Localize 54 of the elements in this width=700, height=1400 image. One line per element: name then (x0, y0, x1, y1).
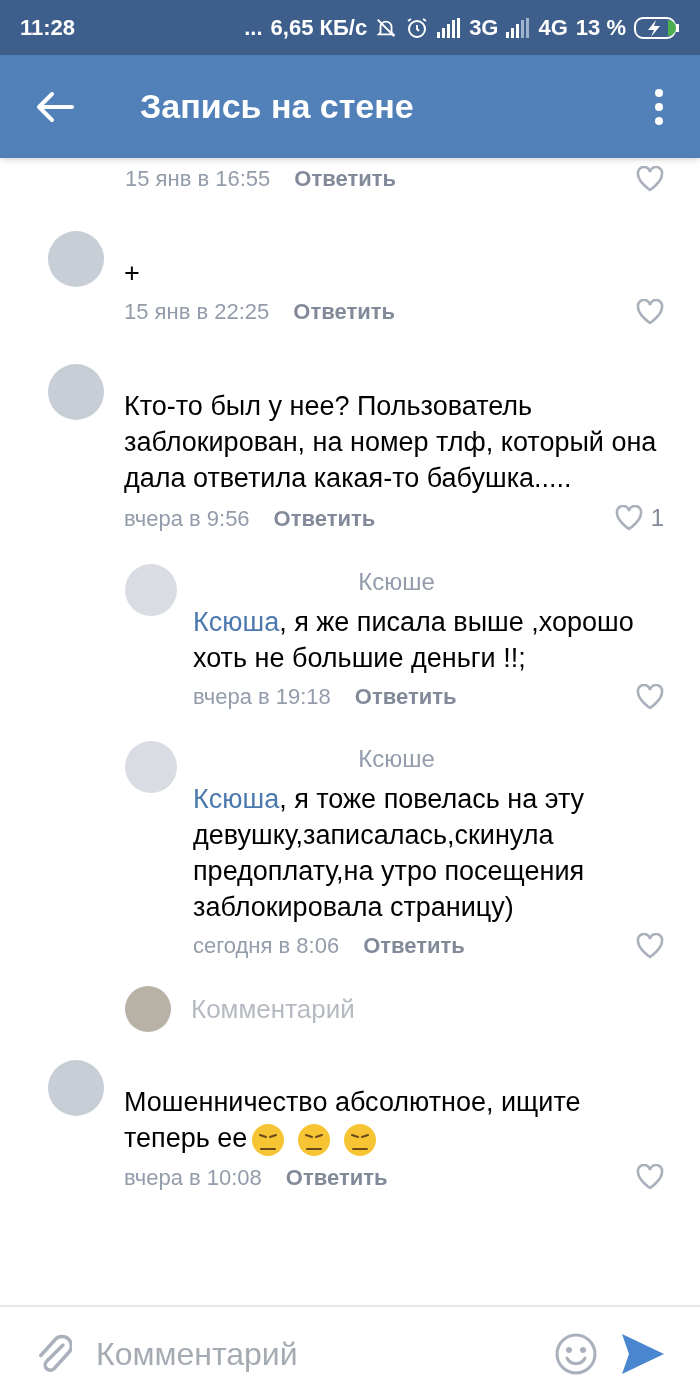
comment-time: вчера в 9:56 (124, 504, 250, 533)
addressee-label: Ксюше (358, 567, 435, 597)
reply-link[interactable]: Ответить (354, 680, 457, 713)
comment-text: + (124, 257, 141, 290)
reply-link[interactable]: Ответить (285, 1160, 388, 1194)
heart-icon[interactable] (614, 505, 643, 531)
heart-icon[interactable] (636, 932, 664, 959)
network-speed: 6,65 КБ/с (270, 14, 368, 42)
comment-time: сегодня в 8:06 (193, 932, 340, 960)
reply-link[interactable]: Ответить (293, 295, 395, 328)
addressee-label: Ксюше (358, 744, 435, 774)
muted-bell-icon (375, 16, 398, 39)
back-arrow-icon[interactable] (36, 90, 74, 123)
signal-icon (506, 17, 531, 38)
comment-text: Ксюша, я тоже повелась на эту девушку,записалась,скинула предоплату,на утро посещения заблокировала страницу) (193, 783, 586, 924)
mention-link[interactable]: Ксюша (193, 784, 280, 814)
avatar (48, 1060, 104, 1116)
comment-time: вчера в 10:08 (124, 1163, 262, 1192)
signal-icon (437, 17, 462, 38)
heart-icon[interactable] (636, 165, 664, 192)
reply-link[interactable]: Ответить (273, 501, 376, 535)
reply-link[interactable]: Ответить (294, 162, 396, 195)
battery-charging-icon (634, 15, 680, 40)
avatar (48, 364, 104, 420)
comment-time: 15 янв в 16:55 (125, 165, 271, 193)
heart-icon[interactable] (636, 683, 664, 710)
like-count: 1 (650, 503, 664, 533)
reply-input-field[interactable]: Комментарий (191, 989, 664, 1029)
status-time: 11:28 (20, 14, 76, 42)
reply-link[interactable]: Ответить (363, 929, 465, 962)
comment-input-field[interactable]: Комментарий (96, 1329, 530, 1378)
comment-text: Кто-то был у нее? Пользователь заблокирован, на номер тлф, который она дала ответила какая-то бабушка..... (124, 390, 658, 495)
network-type: 4G (538, 14, 568, 42)
comment-time: вчера в 19:18 (193, 683, 331, 711)
comment-time: 15 янв в 22:25 (124, 298, 270, 326)
send-icon[interactable] (622, 1333, 664, 1374)
smiley-icon[interactable] (554, 1331, 598, 1376)
network-type: 3G (469, 14, 499, 42)
angry-emoji-icon (297, 1122, 332, 1157)
angry-emoji-icon (251, 1122, 286, 1157)
comment-text: Ксюша, я же писала выше ,хорошо хоть не большие деньги !!; (193, 606, 635, 675)
avatar (125, 564, 177, 616)
more-menu-icon[interactable] (654, 88, 664, 125)
comment-text: Мошенничество абсолютное, ищите теперь ее (124, 1084, 664, 1157)
status-dots: ... (244, 14, 263, 42)
avatar (48, 231, 104, 287)
battery-percent: 13 % (575, 14, 626, 42)
screen-title: Запись на стене (140, 86, 414, 127)
heart-icon[interactable] (636, 1164, 664, 1191)
heart-icon[interactable] (636, 298, 664, 325)
avatar (125, 986, 171, 1032)
mention-link[interactable]: Ксюша (193, 607, 280, 637)
avatar (125, 741, 177, 793)
angry-emoji-icon (343, 1122, 378, 1157)
